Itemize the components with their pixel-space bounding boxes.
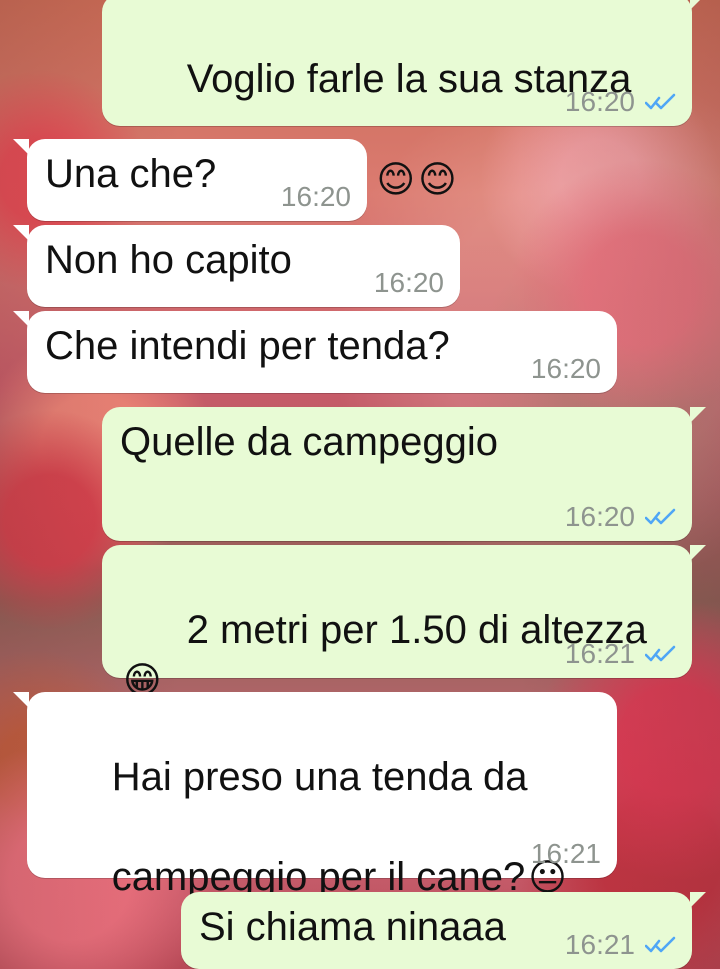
message-meta: 16:21 — [531, 840, 601, 868]
smiling-emoji: 😊 — [376, 158, 416, 201]
message-bubble-outgoing-4[interactable]: Si chiama ninaaa 16:21 — [181, 892, 706, 969]
message-bubble-outgoing-1[interactable]: Voglio farle la sua stanza personale 😊😊 … — [102, 0, 706, 201]
message-time: 16:21 — [564, 638, 635, 669]
message-meta: 16:21 — [565, 931, 676, 959]
double-check-icon — [645, 936, 676, 954]
message-meta: 16:20 — [531, 355, 601, 383]
message-meta: 16:20 — [374, 269, 444, 297]
message-bubble-incoming-2[interactable]: Non ho capito 16:20 — [13, 225, 460, 307]
message-time: 16:21 — [530, 838, 601, 869]
message-meta: 16:21 — [565, 640, 676, 668]
smiling-emoji: 😊 — [418, 158, 457, 201]
message-text: Quelle da campeggio — [120, 420, 499, 464]
message-bubble-outgoing-2[interactable]: Quelle da campeggio 16:20 — [102, 407, 706, 541]
message-time: 16:20 — [530, 353, 601, 384]
message-meta: 16:20 — [565, 88, 676, 116]
message-meta: 16:20 — [281, 183, 351, 211]
message-time: 16:20 — [280, 181, 351, 212]
message-text: Che intendi per tenda? — [45, 324, 450, 368]
double-check-icon — [645, 508, 676, 526]
message-time: 16:20 — [373, 267, 444, 298]
double-check-icon — [645, 93, 676, 111]
message-bubble-incoming-3[interactable]: Che intendi per tenda? 16:20 — [13, 311, 617, 393]
chat-thread: Voglio farle la sua stanza personale 😊😊 … — [0, 0, 720, 969]
message-bubble-incoming-4[interactable]: Hai preso una tenda da campeggio per il … — [13, 692, 617, 899]
message-time: 16:21 — [564, 929, 635, 960]
double-check-icon — [645, 645, 676, 663]
message-time: 16:20 — [564, 501, 635, 532]
message-bubble-outgoing-3[interactable]: 2 metri per 1.50 di altezza😁 😁 16:21 — [102, 545, 706, 799]
message-time: 16:20 — [564, 86, 635, 117]
message-bubble-incoming-1[interactable]: Una che? 16:20 — [13, 139, 367, 221]
message-meta: 16:20 — [565, 503, 676, 531]
